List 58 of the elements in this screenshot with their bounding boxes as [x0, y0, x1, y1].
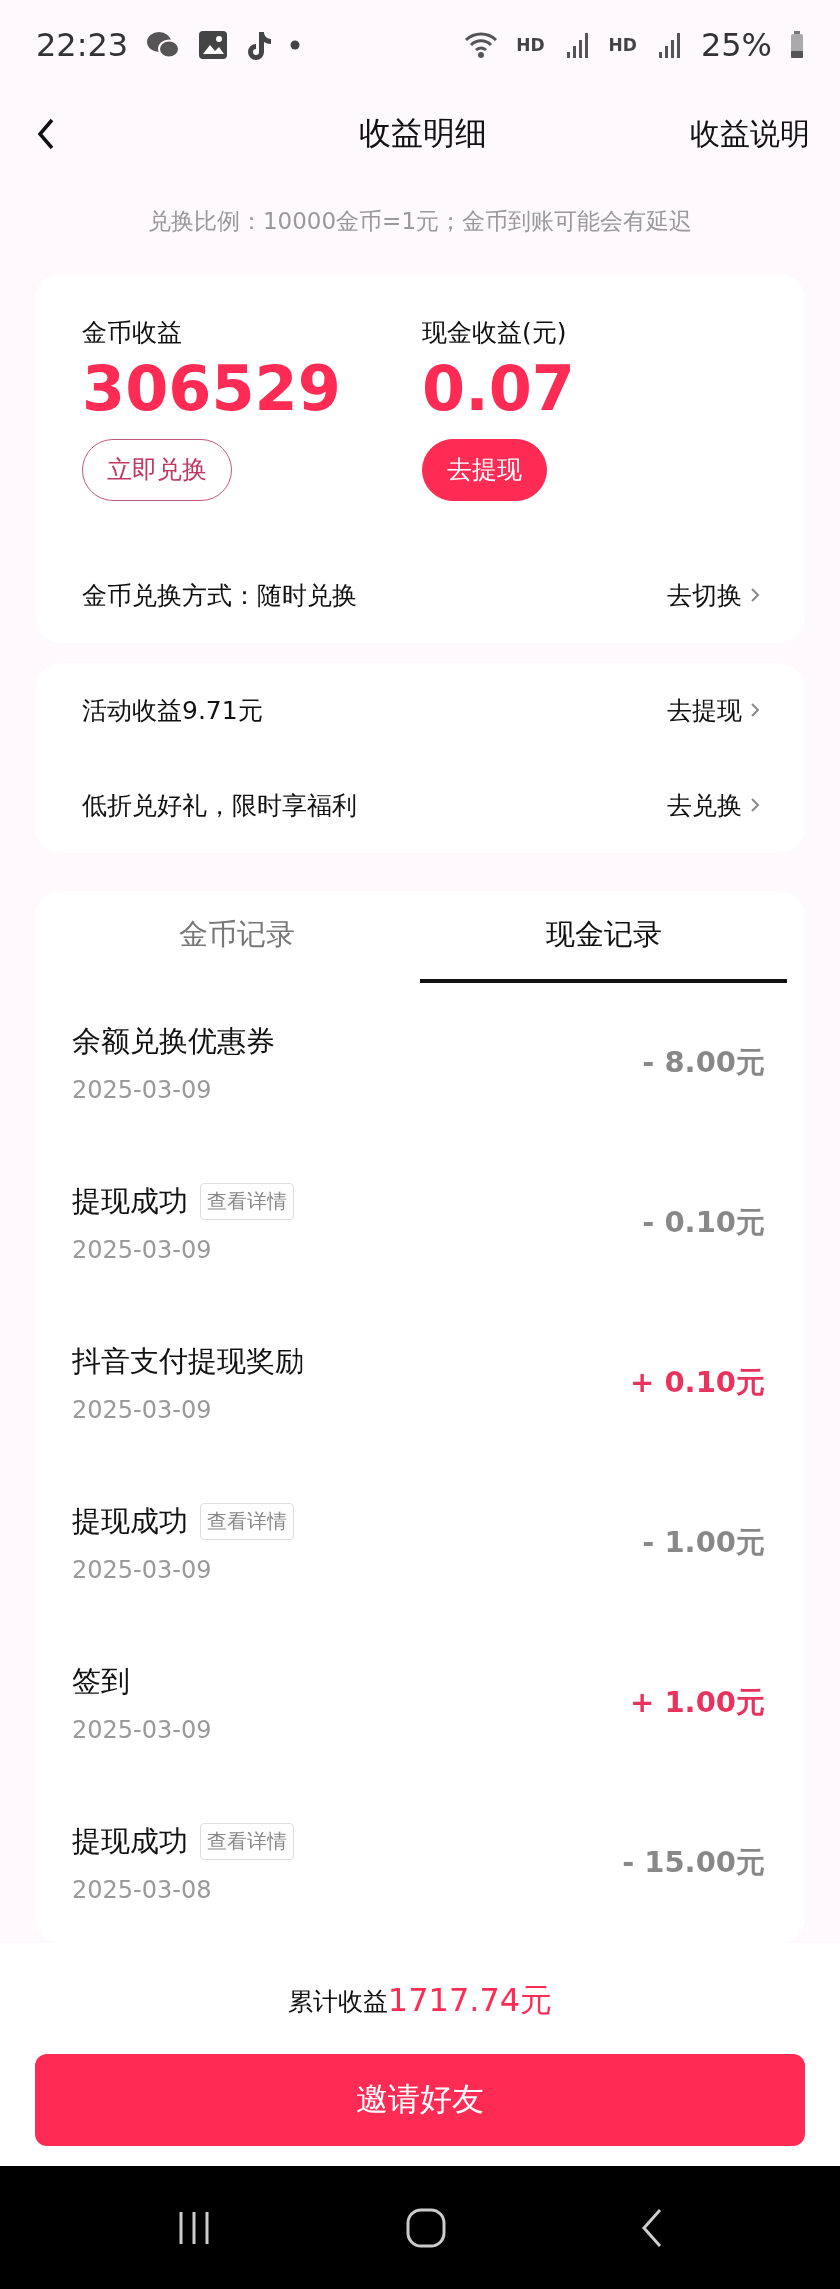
chevron-right-icon [750, 587, 760, 604]
network-label: HD [516, 34, 545, 55]
promo-label: 低折兑好礼，限时享福利 [82, 789, 357, 822]
view-details-link[interactable]: 查看详情 [200, 1183, 294, 1221]
exchange-rate-notice: 兑换比例：10000金币=1元；金币到账可能会有延迟 [147, 206, 693, 236]
record-title: 抖音支付提现奖励 [72, 1342, 304, 1380]
record-amount: - 15.00元 [622, 1843, 765, 1881]
battery-icon [790, 30, 804, 59]
balance-label: 金币收益 [82, 316, 182, 349]
record-date: 2025-03-09 [72, 1075, 213, 1104]
invite-friends-button[interactable]: 邀请好友 [35, 2053, 805, 2146]
view-details-link[interactable]: 查看详情 [200, 1503, 294, 1541]
battery-percent: 25% [700, 25, 772, 64]
dot-icon [290, 39, 301, 50]
record-date: 2025-03-09 [72, 1395, 213, 1424]
promo-link[interactable]: 去兑换 [667, 788, 760, 822]
network-label: HD [608, 34, 637, 55]
record-amount: - 8.00元 [642, 1043, 765, 1081]
chat-bubbles-icon [146, 29, 181, 60]
records-tab[interactable]: 金币记录 [53, 890, 420, 983]
image-icon [198, 29, 229, 60]
chevron-right-icon [750, 797, 760, 814]
record-date: 2025-03-08 [72, 1875, 213, 1904]
view-details-link[interactable]: 查看详情 [200, 1823, 294, 1861]
record-title: 提现成功 [72, 1182, 188, 1220]
total-value: 1717.74元 [387, 1980, 553, 2022]
record-amount: - 1.00元 [642, 1523, 765, 1561]
music-note-icon [246, 29, 273, 60]
home-icon[interactable] [406, 2207, 446, 2248]
switch-link[interactable]: 去切换 [667, 578, 760, 612]
record-title: 提现成功 [72, 1502, 188, 1540]
exchange-mode-label: 金币兑换方式：随时兑换 [82, 579, 357, 612]
records-tab[interactable]: 现金记录 [420, 890, 787, 983]
record-title: 余额兑换优惠券 [72, 1022, 275, 1060]
record-title: 签到 [72, 1662, 130, 1700]
exchange-button[interactable]: 立即兑换 [82, 438, 232, 501]
record-title: 提现成功 [72, 1822, 188, 1860]
balance-value: 306529 [82, 350, 341, 427]
earnings-info-link[interactable]: 收益说明 [690, 113, 810, 155]
total-label: 累计收益 [287, 1985, 388, 2018]
record-date: 2025-03-09 [72, 1715, 212, 1744]
record-amount: - 0.10元 [642, 1203, 765, 1241]
wifi-icon [464, 30, 499, 59]
page-title: 收益明细 [359, 113, 487, 155]
back-icon[interactable] [36, 117, 56, 152]
record-amount: + 1.00元 [630, 1683, 765, 1721]
record-date: 2025-03-09 [72, 1555, 213, 1584]
back-nav-icon[interactable] [640, 2207, 663, 2248]
record-amount: + 0.10元 [630, 1363, 765, 1401]
chevron-right-icon [750, 702, 760, 719]
promo-link[interactable]: 去提现 [667, 693, 760, 727]
record-date: 2025-03-09 [72, 1235, 213, 1264]
balance-label: 现金收益(元) [422, 316, 567, 349]
withdraw-button[interactable]: 去提现 [422, 438, 547, 501]
recent-apps-icon[interactable] [177, 2209, 212, 2246]
balance-value: 0.07 [422, 350, 575, 427]
status-time: 22:23 [36, 25, 129, 64]
promo-label: 活动收益9.71元 [82, 694, 263, 727]
